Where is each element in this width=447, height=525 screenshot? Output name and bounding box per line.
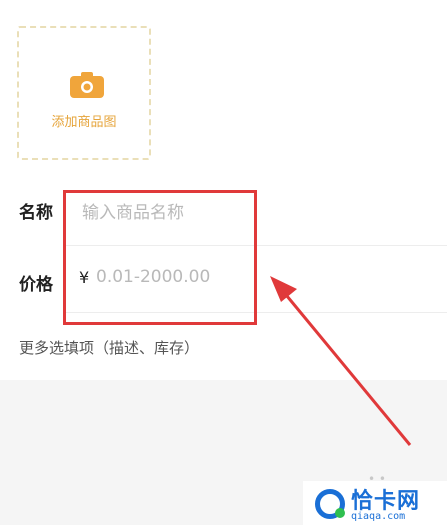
watermark-logo: 恰卡网 qiaqa.com: [303, 481, 447, 525]
watermark-domain: qiaqa.com: [351, 511, 406, 522]
logo-dot-icon: [335, 508, 345, 518]
annotation-arrow-icon: [270, 276, 412, 446]
